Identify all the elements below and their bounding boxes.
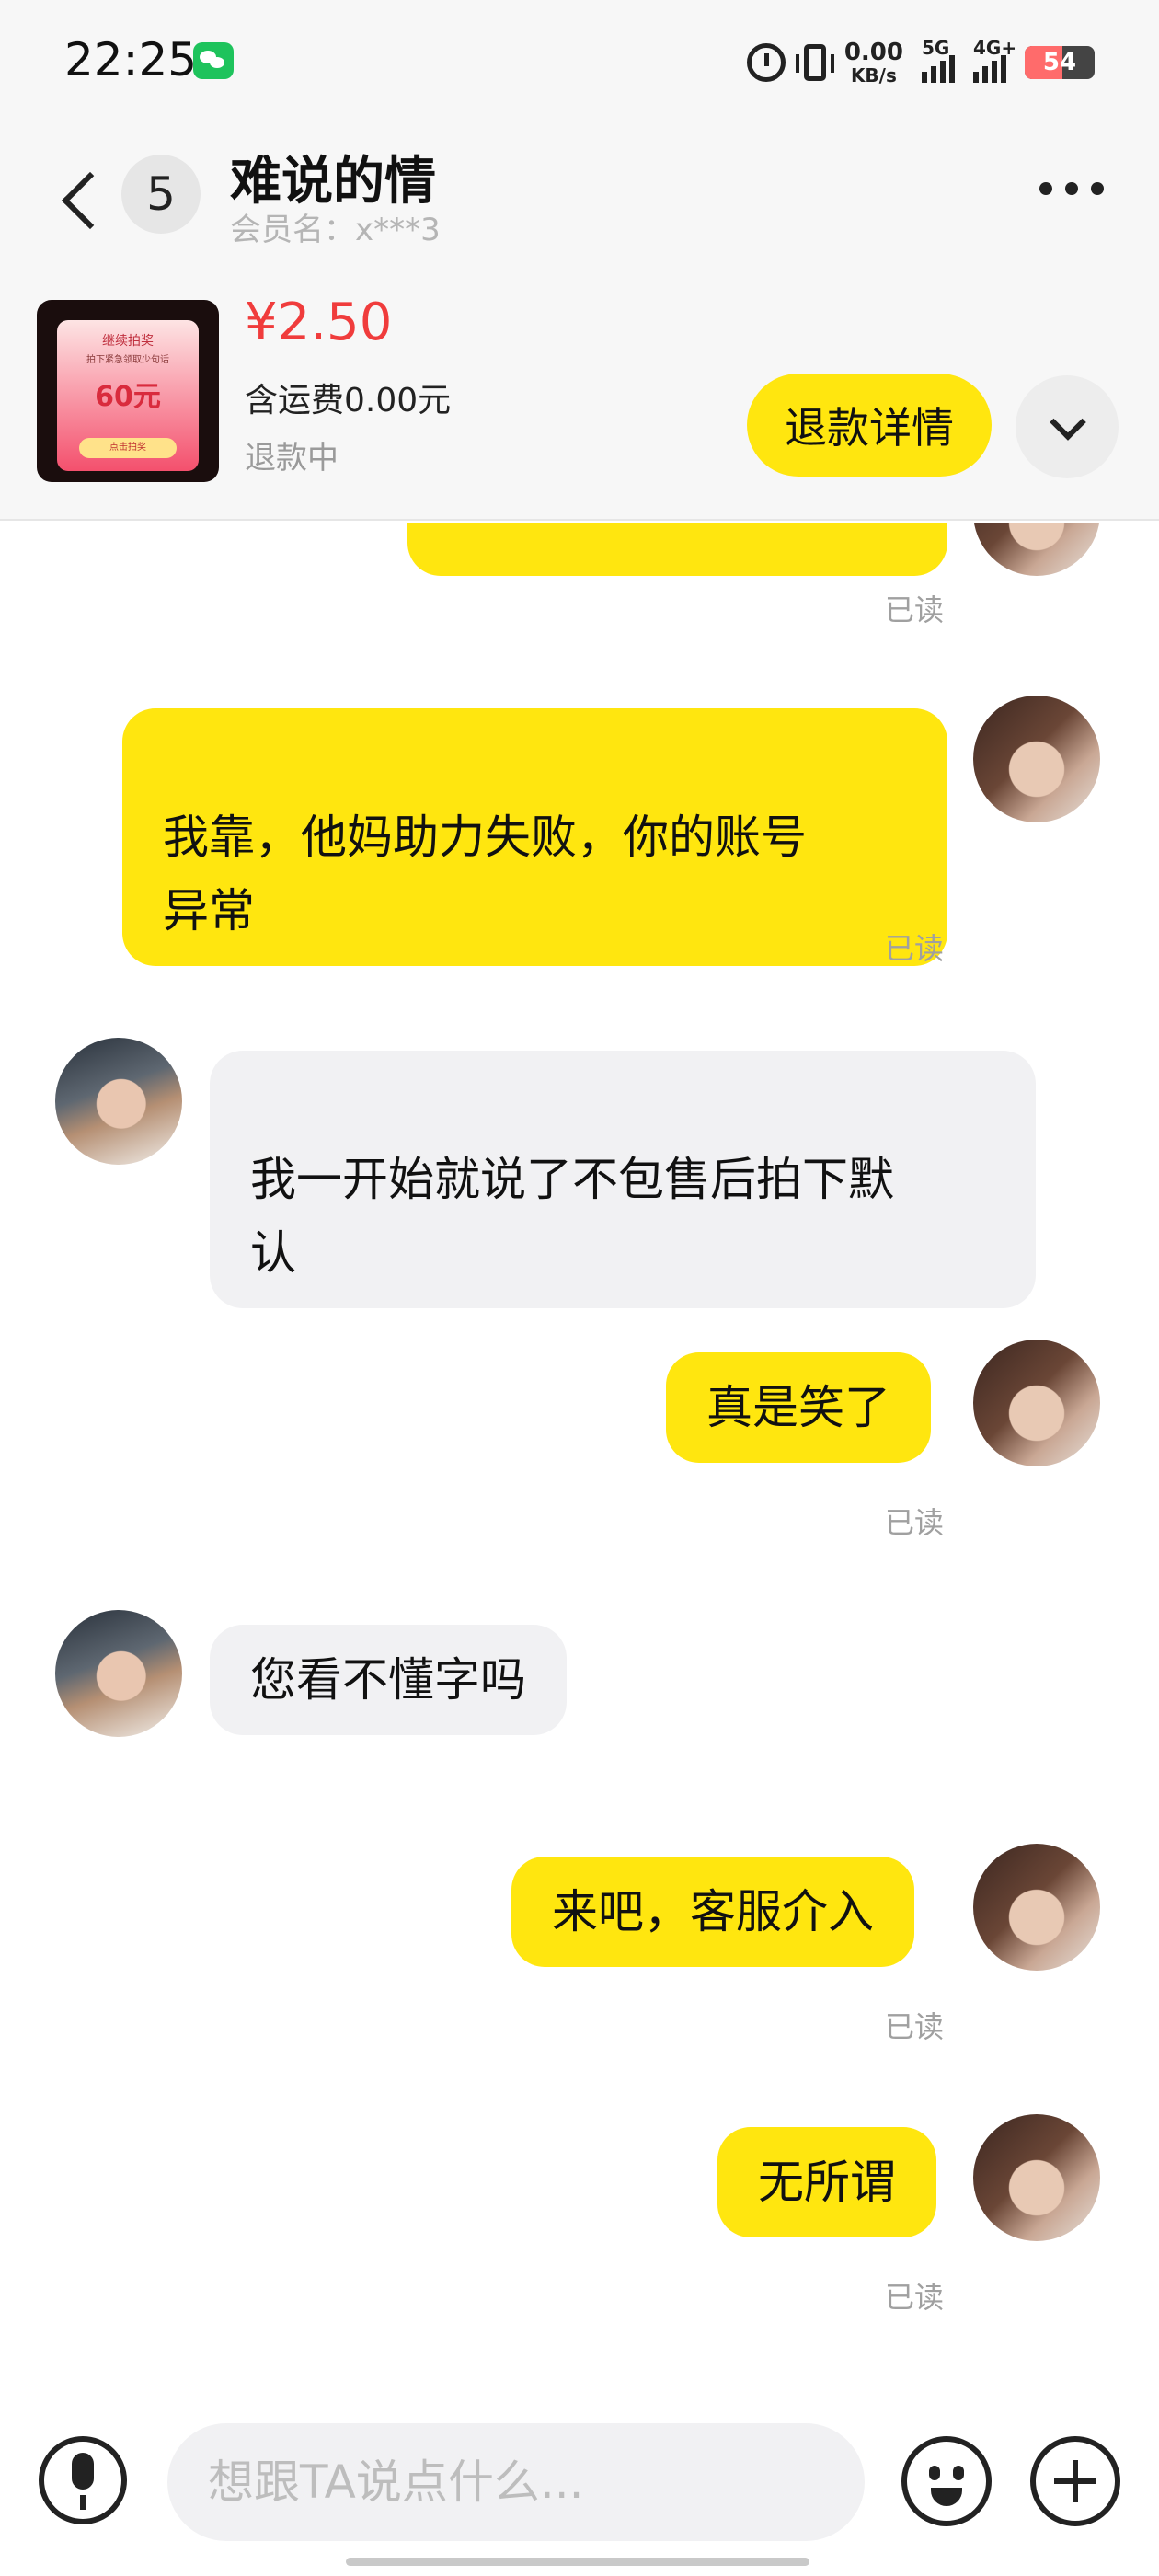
add-icon[interactable]: [1030, 2436, 1120, 2526]
network-speed: 0.00 KB/s: [844, 40, 903, 85]
alarm-icon: [746, 43, 786, 82]
signal-5g-label: 5G: [922, 37, 950, 59]
message-bubble-outgoing[interactable]: 我靠，他妈助力失败，你的账号 异常: [122, 708, 947, 966]
unread-count-badge[interactable]: 5: [121, 155, 201, 234]
my-avatar[interactable]: [973, 523, 1100, 576]
chat-header: 5 难说的情 会员名：x***3: [0, 120, 1159, 285]
read-receipt: 已读: [885, 931, 945, 966]
thumbnail-subtext: 拍下紧急领取少句话: [86, 355, 169, 365]
shipping-fee: 含运费0.00元: [245, 382, 452, 420]
message-bubble-incoming[interactable]: 我一开始就说了不包售后拍下默 认: [210, 1051, 1036, 1308]
product-price: ¥2.50: [245, 293, 393, 352]
more-options-icon[interactable]: [1039, 182, 1104, 195]
input-bar: [0, 2409, 1159, 2576]
message-bubble-incoming[interactable]: 您看不懂字吗: [210, 1625, 567, 1735]
contact-name[interactable]: 难说的情: [230, 140, 436, 214]
signal-4g-label: 4G+: [973, 37, 1017, 59]
battery-level: 54: [1042, 49, 1077, 76]
message-text: 我一开始就说了不包售后拍下默 认: [250, 1153, 894, 1280]
network-speed-unit: KB/s: [850, 64, 897, 86]
my-avatar[interactable]: [973, 1844, 1100, 1971]
read-receipt: 已读: [885, 2280, 945, 2315]
battery-icon: 54: [1025, 46, 1095, 79]
home-indicator[interactable]: [346, 2558, 809, 2566]
my-avatar[interactable]: [973, 696, 1100, 822]
message-bubble-outgoing[interactable]: 无所谓: [717, 2127, 936, 2237]
signal-5g-icon: 5G: [922, 37, 955, 83]
message-text: 来吧，客服介入: [552, 1885, 874, 1938]
message-text: 真是笑了: [706, 1381, 890, 1434]
member-name: 会员名：x***3: [230, 212, 441, 248]
contact-avatar[interactable]: [55, 1038, 182, 1165]
vibrate-icon: [795, 44, 834, 81]
message-bubble-outgoing[interactable]: 来吧，客服介入: [511, 1857, 914, 1967]
chevron-down-icon[interactable]: [1016, 375, 1119, 478]
read-receipt: 已读: [885, 1505, 945, 1540]
read-receipt: 已读: [885, 592, 945, 627]
status-bar: 22:25 0.00 KB/s 5G 4G+ 54: [0, 0, 1159, 120]
thumbnail-button: 点击拍奖: [79, 438, 177, 458]
emoji-icon[interactable]: [901, 2436, 992, 2526]
back-arrow-icon[interactable]: [57, 162, 112, 236]
thumbnail-coupon-card: 继续拍奖 拍下紧急领取少句话 60元 点击拍奖: [57, 320, 199, 471]
refund-status: 退款中: [245, 440, 339, 477]
my-avatar[interactable]: [973, 1340, 1100, 1466]
message-bubble-outgoing[interactable]: [407, 523, 947, 576]
message-input[interactable]: [167, 2423, 865, 2541]
thumbnail-heading: 继续拍奖: [102, 334, 154, 349]
status-icons: 0.00 KB/s 5G 4G+ 54: [746, 37, 1095, 88]
read-receipt: 已读: [885, 2009, 945, 2044]
message-list[interactable]: 已读 我靠，他妈助力失败，你的账号 异常 已读 我一开始就说了不包售后拍下默 认…: [0, 523, 1159, 2409]
message-bubble-outgoing[interactable]: 真是笑了: [666, 1352, 931, 1463]
thumbnail-amount: 60元: [95, 381, 161, 413]
message-text: 无所谓: [758, 2156, 896, 2209]
product-thumbnail[interactable]: 继续拍奖 拍下紧急领取少句话 60元 点击拍奖: [37, 300, 219, 482]
microphone-icon[interactable]: [39, 2436, 127, 2524]
my-avatar[interactable]: [973, 2114, 1100, 2241]
refund-details-button[interactable]: 退款详情: [747, 374, 992, 477]
message-text: 我靠，他妈助力失败，你的账号 异常: [163, 811, 807, 937]
wechat-icon: [193, 42, 234, 79]
signal-4g-icon: 4G+: [973, 37, 1016, 83]
product-card[interactable]: 继续拍奖 拍下紧急领取少句话 60元 点击拍奖 ¥2.50 含运费0.00元 退…: [0, 285, 1159, 521]
contact-avatar[interactable]: [55, 1610, 182, 1737]
clock: 22:25: [64, 33, 198, 86]
network-speed-value: 0.00: [843, 39, 903, 66]
message-text: 您看不懂字吗: [250, 1653, 526, 1707]
